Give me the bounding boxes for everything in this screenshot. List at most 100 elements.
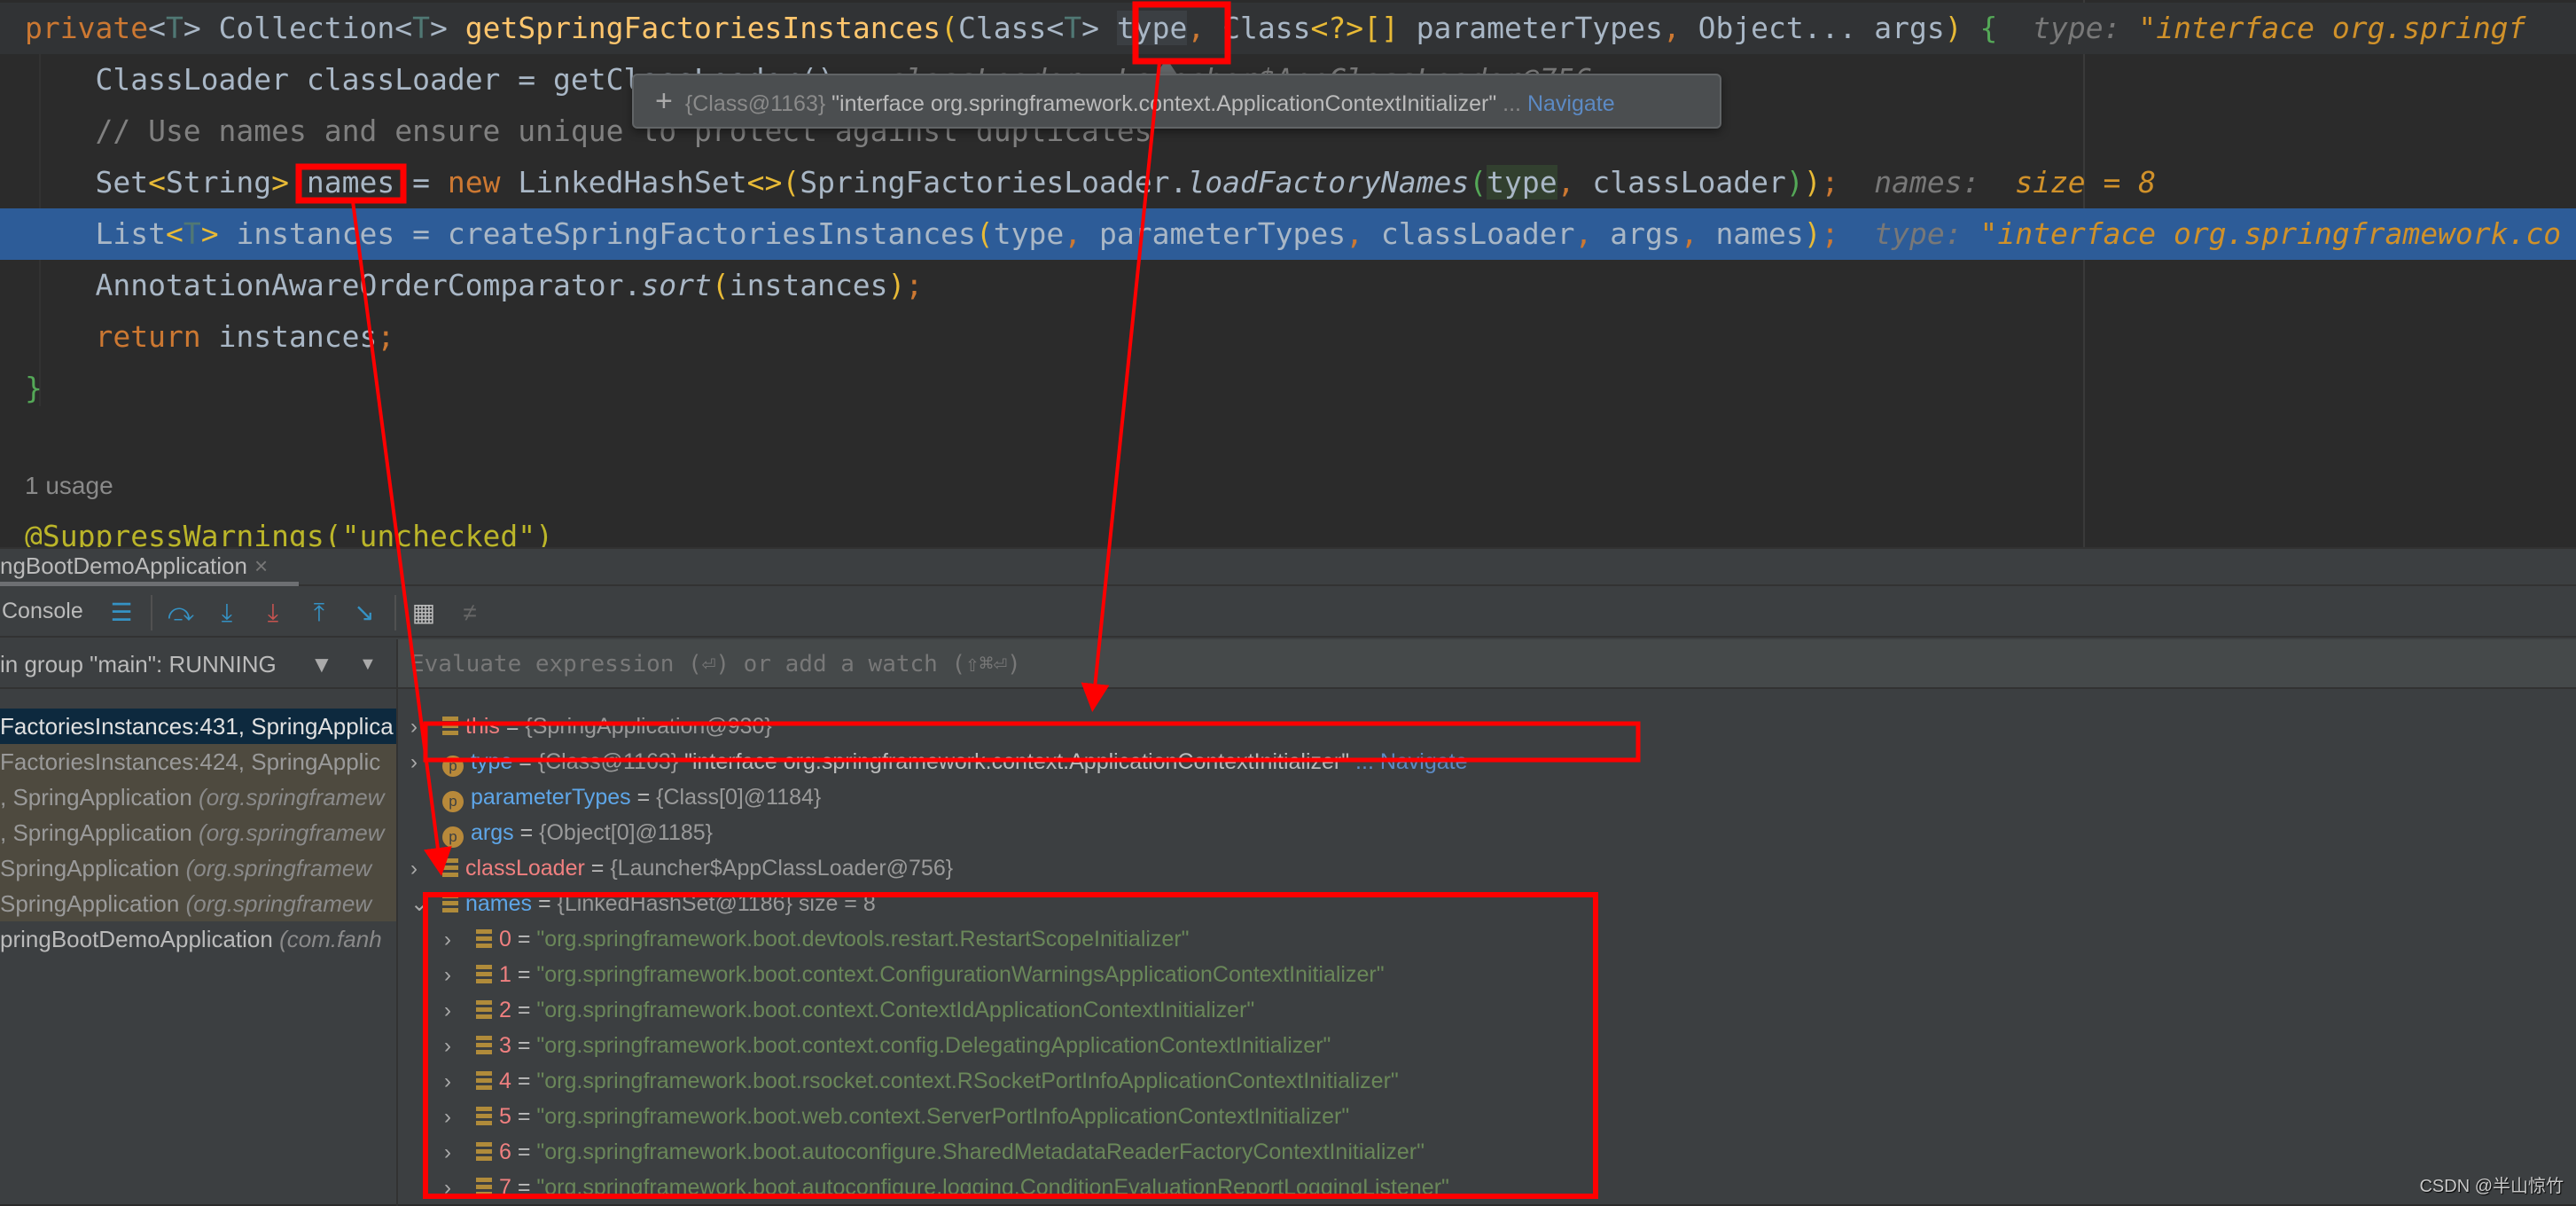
code-token: , [1574, 216, 1611, 251]
variable-name: names [465, 891, 533, 916]
frame-package: (org.springframew [185, 855, 372, 881]
chevron-right-icon[interactable]: › [444, 922, 476, 958]
code-token: T [1064, 11, 1082, 45]
code-line[interactable]: } [0, 363, 2576, 414]
variable-ref: {Object[0]@1185} [539, 820, 714, 845]
code-line[interactable]: return instances; [0, 311, 2576, 363]
code-token: , [1064, 216, 1099, 251]
code-token: Class [1222, 11, 1311, 45]
variable-row[interactable]: ⌄ names = {LinkedHashSet@1186} size = 8 [410, 886, 876, 921]
chevron-right-icon[interactable]: › [444, 1029, 476, 1064]
stack-frame[interactable]: , SpringApplication (org.springframew [0, 815, 396, 850]
navigate-link[interactable]: Navigate [1527, 91, 1615, 116]
code-token: new [447, 165, 501, 200]
step-out-icon[interactable]: ⤒ [304, 597, 334, 629]
set-element-row[interactable]: › 5 = "org.springframework.boot.web.conte… [444, 1099, 1349, 1134]
code-token: } [25, 371, 43, 405]
field-icon [442, 858, 458, 878]
inline-debug-value: "interface org.springframework.co [1979, 216, 2562, 251]
variables-tree: › this = {SpringApplication@930} › p type = … [398, 691, 2576, 1205]
element-index: 5 [499, 1104, 511, 1129]
code-token: parameterTypes [1398, 11, 1663, 45]
navigate-link[interactable]: ... Navigate [1349, 749, 1467, 774]
frame-method: SpringApplication [0, 855, 186, 881]
show-execution-point-icon[interactable]: ☰ [106, 597, 137, 629]
element-value: "org.springframework.boot.web.context.Se… [536, 1104, 1350, 1129]
code-editor[interactable]: private<T> Collection<T> getSpringFactor… [0, 0, 2576, 547]
watermark: CSDN @半山惊竹 [2419, 1177, 2564, 1196]
step-into-icon[interactable]: ⤓ [212, 597, 242, 629]
code-token: instances [200, 319, 378, 354]
chevron-down-icon[interactable]: ⌄ [410, 887, 442, 922]
step-over-icon[interactable]: ⤼ [166, 597, 196, 629]
debug-session-tab[interactable]: ngBootDemoApplication × [0, 549, 299, 586]
code-token: ; [905, 268, 924, 302]
thread-selector[interactable]: in group "main": RUNNING ▼ ▼ [0, 639, 396, 689]
code-line[interactable]: AnnotationAwareOrderComparator.sort(inst… [0, 260, 2576, 311]
chevron-right-icon[interactable]: › [444, 958, 476, 993]
close-icon[interactable]: × [254, 552, 268, 579]
variable-row[interactable]: › p type = {Class@1163} "interface org.spr… [410, 744, 1468, 779]
frame-method: SpringApplication [0, 890, 186, 917]
frame-method: FactoriesInstances:424, SpringApplic [0, 748, 381, 775]
variable-row[interactable]: › this = {SpringApplication@930} [410, 709, 772, 744]
code-line-current[interactable]: List<T> instances = createSpringFactorie… [0, 208, 2576, 260]
set-element-row[interactable]: › 6 = "org.springframework.boot.autoconfi… [444, 1134, 1425, 1170]
frames-list: FactoriesInstances:431, SpringApplica Fac… [0, 691, 396, 1205]
dropdown-arrow-icon[interactable]: ▼ [359, 639, 377, 689]
tooltip-ref: {Class@1163} [684, 91, 826, 116]
chevron-right-icon[interactable]: › [410, 851, 442, 887]
code-token: < [165, 216, 183, 251]
chevron-right-icon[interactable]: › [444, 1171, 476, 1206]
set-element-row[interactable]: › 1 = "org.springframework.boot.context.C… [444, 957, 1385, 992]
variable-row[interactable]: p args = {Object[0]@1185} [410, 815, 713, 850]
inline-debug-value: type: [2033, 11, 2139, 45]
code-token: > [429, 11, 465, 45]
expand-plus-icon[interactable]: + [655, 84, 673, 118]
variable-row[interactable]: › classLoader = {Launcher$AppClassLoader@… [410, 850, 953, 886]
force-step-into-icon[interactable]: ⤓ [258, 597, 288, 629]
evaluate-expression-input[interactable]: Evaluate expression (⏎) or add a watch (… [398, 639, 2576, 689]
element-value: "org.springframework.boot.autoconfigure.… [536, 1139, 1425, 1164]
trace-current-stream-icon[interactable]: ≠ [455, 597, 485, 629]
console-tab[interactable]: Console [2, 599, 83, 624]
frame-method: FactoriesInstances:431, SpringApplica [0, 713, 394, 740]
code-line[interactable]: Set<String> names = new LinkedHashSet<>(… [0, 157, 2576, 208]
element-value: "org.springframework.boot.autoconfigure.… [536, 1175, 1449, 1200]
run-to-cursor-icon[interactable]: ↘ [349, 597, 379, 629]
element-value: "org.springframework.boot.context.Contex… [536, 998, 1255, 1022]
code-token: > [271, 165, 290, 200]
frame-package: (org.springframew [199, 784, 385, 811]
variable-row[interactable]: p parameterTypes = {Class[0]@1184} [410, 779, 821, 815]
code-token: ( [975, 216, 994, 251]
code-line[interactable]: private<T> Collection<T> getSpringFactor… [0, 3, 2576, 54]
debug-tab-bar: ngBootDemoApplication × [0, 549, 2576, 586]
set-element-row[interactable]: › 4 = "org.springframework.boot.rsocket.c… [444, 1063, 1399, 1099]
code-token: { [1979, 11, 1998, 45]
filter-icon[interactable]: ▼ [310, 639, 333, 689]
code-token: < [148, 165, 166, 200]
stack-frame[interactable]: SpringApplication (org.springframew [0, 850, 396, 886]
set-element-row[interactable]: › 0 = "org.springframework.boot.devtools.… [444, 921, 1190, 957]
stack-frame[interactable]: pringBootDemoApplication (com.fanh [0, 921, 396, 957]
chevron-right-icon[interactable]: › [444, 1100, 476, 1135]
variable-ref: {Class[0]@1184} [656, 785, 822, 810]
stack-frame[interactable]: , SpringApplication (org.springframew [0, 779, 396, 815]
chevron-right-icon[interactable]: › [444, 1064, 476, 1100]
element-index: 3 [499, 1033, 511, 1058]
chevron-right-icon[interactable]: › [410, 709, 442, 745]
chevron-right-icon[interactable]: › [444, 1135, 476, 1171]
chevron-right-icon[interactable]: › [410, 745, 442, 780]
stack-frame[interactable]: SpringApplication (org.springframew [0, 886, 396, 921]
evaluate-expression-icon[interactable]: ▦ [409, 597, 439, 629]
usage-hint[interactable]: 1 usage [25, 472, 113, 500]
stack-frame[interactable]: FactoriesInstances:431, SpringApplica [0, 709, 396, 744]
variable-name: this [465, 714, 500, 739]
code-token: , [1662, 11, 1698, 45]
stack-frame[interactable]: FactoriesInstances:424, SpringApplic [0, 744, 396, 779]
element-value: "org.springframework.boot.devtools.resta… [536, 927, 1190, 951]
set-element-row[interactable]: › 7 = "org.springframework.boot.autoconfi… [444, 1170, 1449, 1205]
set-element-row[interactable]: › 2 = "org.springframework.boot.context.C… [444, 992, 1254, 1028]
chevron-right-icon[interactable]: › [444, 993, 476, 1029]
set-element-row[interactable]: › 3 = "org.springframework.boot.context.c… [444, 1028, 1331, 1063]
